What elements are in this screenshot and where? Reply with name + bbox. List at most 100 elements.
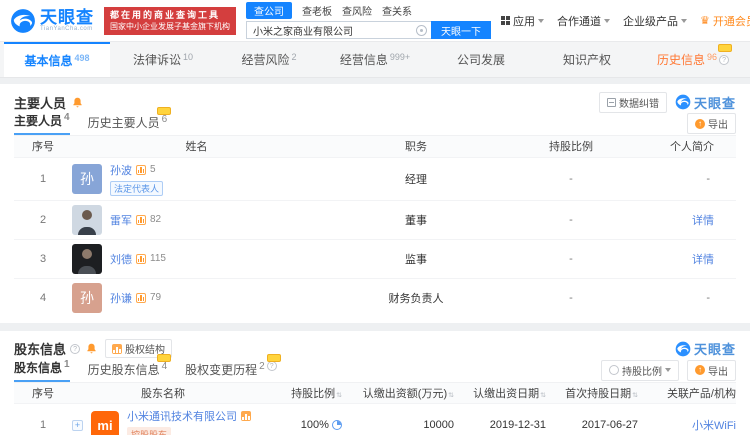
tab-intellectual-property[interactable]: 知识产权 <box>534 42 640 77</box>
search-area: 查公司 查老板 查风险 查关系 天眼一下 <box>246 2 491 39</box>
pie-chart-icon[interactable] <box>332 420 342 430</box>
related-product-link[interactable]: 小米WiFi <box>692 420 736 432</box>
tab-history-info[interactable]: 历史信息 96 ? <box>640 42 746 77</box>
subtab-equity-change[interactable]: 股权变更历程 2 ? <box>185 353 281 382</box>
search-tab-company[interactable]: 查公司 <box>246 2 292 19</box>
page-content: 主要人员 数据纠错 天眼查 主要人员 4 历史主要人员 6 ↑ 导出 序号 姓名… <box>0 78 750 435</box>
ratio-filter-dropdown[interactable]: 持股比例 <box>601 359 679 381</box>
employment-count-icon <box>136 292 146 303</box>
equity-chart-icon[interactable] <box>241 411 251 421</box>
search-input[interactable] <box>246 21 432 39</box>
avatar <box>72 204 102 235</box>
person-name-link[interactable]: 雷军 <box>110 212 132 228</box>
tab-legal[interactable]: 法律诉讼 10 <box>110 42 216 77</box>
menu-enterprise[interactable]: 企业级产品 <box>623 13 687 29</box>
avatar <box>72 243 102 274</box>
chevron-down-icon <box>604 18 610 23</box>
tianyancha-logo[interactable]: 天眼查 TianYanCha.com <box>10 8 94 34</box>
shareholder-card: 股东信息 ? 股权结构 天眼查 股东信息 1 历史股东信息 4 股权变更历程 2 ? <box>0 330 750 435</box>
menu-apps[interactable]: 应用 <box>501 13 544 29</box>
key-personnel-card: 主要人员 数据纠错 天眼查 主要人员 4 历史主要人员 6 ↑ 导出 序号 姓名… <box>0 84 750 323</box>
person-name-link[interactable]: 孙波 <box>110 162 132 178</box>
watermark-logo: 天眼查 <box>675 93 736 112</box>
section-title-shareholders: 股东信息 <box>14 342 67 357</box>
subtab-current-personnel[interactable]: 主要人员 4 <box>14 112 70 135</box>
question-circle-icon[interactable]: ? <box>266 360 277 371</box>
search-tab-relation[interactable]: 查关系 <box>382 3 412 18</box>
controlling-shareholder-tag: 控股股东 <box>127 427 172 435</box>
search-tab-boss[interactable]: 查老板 <box>302 3 332 18</box>
shareholder-table: 序号 股东名称 持股比例⇅ 认缴出资额(万元)⇅ 认缴出资日期⇅ 首次持股日期⇅… <box>14 382 736 435</box>
personnel-table: 序号 姓名 职务 持股比例 个人简介 1 孙 孙波 5 法定代表人 经理 - -… <box>14 136 736 317</box>
logo-subtitle: TianYanCha.com <box>40 26 93 32</box>
grid-icon <box>501 16 510 25</box>
tab-operation-info[interactable]: 经营信息 999+ <box>322 42 428 77</box>
sort-icon[interactable]: ⇅ <box>336 391 342 398</box>
subtab-history-personnel[interactable]: 历史主要人员 6 <box>88 107 172 135</box>
promo-badge <box>157 353 172 362</box>
avatar: 孙 <box>72 163 102 194</box>
shareholder-table-header: 序号 股东名称 持股比例⇅ 认缴出资额(万元)⇅ 认缴出资日期⇅ 首次持股日期⇅… <box>14 382 736 404</box>
tianyancha-logo-icon <box>675 94 691 110</box>
question-circle-icon[interactable]: ? <box>70 343 81 354</box>
shareholder-name-link[interactable]: 小米通讯技术有限公司 <box>127 408 237 424</box>
table-row: 1 孙 孙波 5 法定代表人 经理 - - <box>14 156 736 200</box>
promo-badge <box>266 353 281 362</box>
tab-company-development[interactable]: 公司发展 <box>428 42 534 77</box>
chevron-down-icon <box>538 18 544 23</box>
sort-icon[interactable]: ⇅ <box>448 391 454 398</box>
employment-count-icon <box>136 253 146 264</box>
tianyancha-logo-icon <box>675 341 691 356</box>
subtab-shareholders[interactable]: 股东信息 1 <box>14 359 70 382</box>
export-icon: ↑ <box>695 118 705 129</box>
expand-plus-icon[interactable]: + <box>72 419 83 431</box>
search-tab-risk[interactable]: 查风险 <box>342 3 372 18</box>
table-row: 3 刘德 115 监事 - 详情 <box>14 238 736 278</box>
export-icon: ↑ <box>695 365 705 375</box>
tianyancha-logo-icon <box>11 8 35 33</box>
data-correction-button[interactable]: 数据纠错 <box>598 91 667 113</box>
company-nav-tabs: 基本信息 498 法律诉讼 10 经营风险 2 经营信息 999+ 公司发展 知识产权 … <box>0 42 750 78</box>
equity-chart-icon <box>112 343 123 354</box>
promo-badge <box>157 107 172 115</box>
tab-basic-info[interactable]: 基本信息 498 <box>4 42 110 77</box>
profile-detail-link[interactable]: 详情 <box>692 254 714 266</box>
info-circle-icon <box>609 365 619 375</box>
person-name-link[interactable]: 刘德 <box>110 251 132 267</box>
mi-logo: mi <box>91 411 119 435</box>
personnel-table-header: 序号 姓名 职务 持股比例 个人简介 <box>14 136 736 157</box>
crown-icon: ♛ <box>700 15 710 27</box>
legal-rep-tag: 法定代表人 <box>110 180 164 196</box>
promo-banner-line2: 国家中小企业发展子基金旗下机构 <box>110 21 230 31</box>
monitor-bell-icon[interactable] <box>86 343 97 354</box>
monitor-bell-icon[interactable] <box>72 97 83 108</box>
section-title-personnel: 主要人员 <box>14 95 67 111</box>
sort-icon[interactable]: ⇅ <box>540 391 546 398</box>
person-name-link[interactable]: 孙谦 <box>110 290 132 306</box>
tab-operation-risk[interactable]: 经营风险 2 <box>216 42 322 77</box>
export-button[interactable]: ↑ 导出 <box>687 113 736 134</box>
table-row: 2 雷军 82 董事 - 详情 <box>14 199 736 239</box>
top-header: 天眼查 TianYanCha.com 都在用的商业查询工具 国家中小企业发展子基… <box>0 0 750 42</box>
table-row: 1 + mi 小米通讯技术有限公司 控股股东 100% 10000 2019-1… <box>14 403 736 435</box>
question-circle-icon[interactable]: ? <box>719 54 730 65</box>
promo-banner-line1: 都在用的商业查询工具 <box>110 9 221 20</box>
table-row: 4 孙 孙谦 79 财务负责人 - - <box>14 277 736 317</box>
menu-cooperation[interactable]: 合作通道 <box>557 13 610 29</box>
edit-icon <box>606 97 616 107</box>
sort-icon[interactable]: ⇅ <box>632 391 638 398</box>
search-button[interactable]: 天眼一下 <box>431 21 491 39</box>
menu-vip[interactable]: ♛ 开通会员 <box>700 13 750 29</box>
chevron-down-icon <box>665 368 671 372</box>
image-search-icon[interactable] <box>416 24 427 36</box>
profile-detail-link[interactable]: 详情 <box>692 215 714 227</box>
avatar: 孙 <box>72 282 102 313</box>
promo-badge <box>718 44 732 52</box>
subtab-history-shareholders[interactable]: 历史股东信息 4 <box>88 353 172 382</box>
promo-banner: 都在用的商业查询工具 国家中小企业发展子基金旗下机构 <box>104 6 236 35</box>
chevron-down-icon <box>681 18 687 23</box>
employment-count-icon <box>136 164 146 175</box>
header-menu: 应用 合作通道 企业级产品 ♛ 开通会员 费米 <box>501 13 750 29</box>
export-button[interactable]: ↑ 导出 <box>687 359 736 381</box>
employment-count-icon <box>136 214 146 225</box>
